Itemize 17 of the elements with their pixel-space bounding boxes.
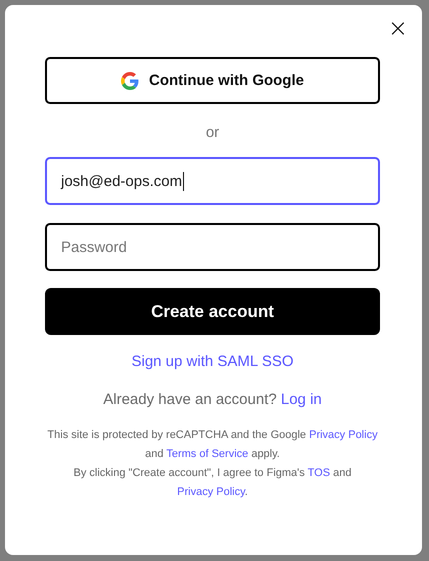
password-field[interactable]: Password	[45, 223, 380, 271]
divider-text: or	[206, 124, 220, 141]
legal-link[interactable]: Terms of Service	[166, 448, 248, 460]
create-account-button[interactable]: Create account	[45, 288, 380, 335]
text-cursor	[183, 172, 184, 190]
saml-sso-link[interactable]: Sign up with SAML SSO	[131, 353, 294, 370]
legal-notice: This site is protected by reCAPTCHA and the Google Privacy Policy and Terms of Service apply.	[46, 428, 379, 462]
legal-link[interactable]: Privacy Policy	[309, 429, 378, 441]
google-logo-icon	[121, 72, 139, 90]
legal-link[interactable]: TOS	[308, 467, 330, 479]
legal-link[interactable]: Privacy Policy	[177, 486, 245, 498]
close-button[interactable]: ×	[386, 17, 410, 39]
login-prompt: Already have an account?	[103, 391, 278, 408]
google-button[interactable]: Continue with Google	[45, 57, 380, 104]
email-field[interactable]: josh@ed-ops.com	[45, 157, 380, 205]
legal-notice: By clicking "Create account", I agree to Figma's TOS and Privacy Policy.	[72, 466, 352, 500]
login-link[interactable]: Log in	[280, 391, 322, 408]
